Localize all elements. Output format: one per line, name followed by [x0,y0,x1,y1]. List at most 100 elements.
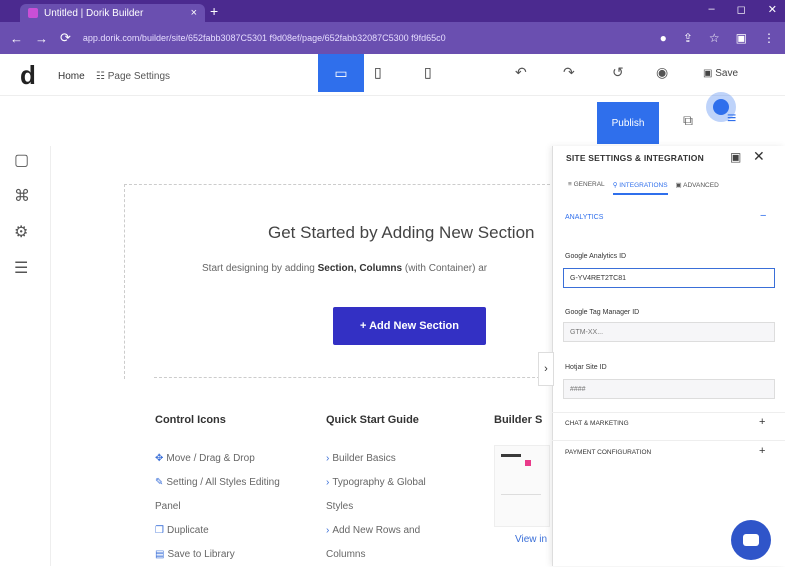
left-sidebar-icons: ▢ ⌘ ⚙ ☰ [14,150,30,278]
reload-icon[interactable]: ⟳ [60,30,71,46]
tutorial-thumbnail[interactable] [494,445,550,527]
chat-support-button[interactable] [731,520,771,560]
chat-marketing-label: CHAT & MARKETING [565,420,629,427]
desktop-icon: ▭ [334,64,348,81]
sliders-icon: ☷ [96,71,108,82]
ga-id-label: Google Analytics ID [565,253,627,260]
browser-tab-bar: Untitled | Dorik Builder × + – ◻ ✕ [0,0,785,22]
pages-icon[interactable]: ▢ [14,150,30,170]
panel-tabs: ≡ GENERAL ⚲ INTEGRATIONS ▣ ADVANCED [568,181,719,195]
list-item: ✥ Move / Drag & Drop [155,453,255,464]
elements-icon[interactable]: ⌘ [14,186,30,206]
save-button[interactable]: ▣ Save [703,68,738,79]
history-icon[interactable]: ↺ [612,64,624,81]
undo-icon[interactable]: ↶ [515,64,527,81]
page-settings-label: Page Settings [107,71,171,82]
list-item: ▤ Save to Library [155,549,235,560]
hotjar-id-label: Hotjar Site ID [565,364,607,371]
tab-integrations[interactable]: ⚲ INTEGRATIONS [612,181,668,195]
panel-title: SITE SETTINGS & INTEGRATION [566,153,704,163]
mobile-view-button[interactable]: ▯ [424,64,432,81]
page-settings-button[interactable]: ☷ Page Settings [96,71,170,82]
subtext-part: Start designing by adding [202,263,318,274]
control-icons-heading: Control Icons [155,414,226,426]
ga-id-input[interactable] [563,268,775,288]
gtm-id-label: Google Tag Manager ID [565,309,640,316]
list-item[interactable]: Styles [326,495,426,519]
tab-title: Untitled | Dorik Builder [44,7,144,19]
subtext-bold: Section, Columns [317,263,403,274]
layers-icon[interactable]: ☰ [14,258,30,278]
forward-icon[interactable]: → [35,31,48,46]
desktop-view-button[interactable]: ▭ [318,54,364,92]
browser-tab[interactable]: Untitled | Dorik Builder × [20,4,205,22]
list-item[interactable]: Columns [326,543,426,567]
get-started-heading: Get Started by Adding New Section [268,223,535,242]
extensions-icon[interactable]: ▣ [736,31,747,45]
components-icon[interactable]: ⚙ [14,222,30,242]
tab-advanced[interactable]: ▣ ADVANCED [676,181,719,195]
minimize-icon[interactable]: – [709,3,715,16]
hotjar-id-input[interactable] [563,379,775,399]
collapse-panel-button[interactable]: › [538,352,554,386]
expand-plus-icon[interactable]: + [759,416,765,428]
tablet-view-button[interactable]: ▯ [374,64,382,81]
back-icon[interactable]: ← [10,31,23,46]
subtext-part: (with Container) ar [402,263,488,274]
home-link[interactable]: Home [58,71,85,82]
tab-general[interactable]: ≡ GENERAL [568,181,605,195]
mouse-cursor-indicator [706,92,736,122]
builder-section-heading: Builder S [494,414,543,426]
bookmark-star-icon[interactable]: ☆ [709,31,720,45]
browser-extension-icons: ● ⇪ ☆ ▣ ⋮ [660,31,775,45]
list-item: ❐ Duplicate [155,525,209,536]
list-item[interactable]: › Add New Rows and [326,519,426,543]
list-item[interactable]: › Typography & Global [326,471,426,495]
move-icon: ✥ [155,453,164,464]
payment-config-label: PAYMENT CONFIGURATION [565,449,652,456]
gtm-id-input[interactable] [563,322,775,342]
preview-eye-icon[interactable]: ◉ [656,64,668,81]
list-item: Panel [155,501,181,512]
list-item[interactable]: › Builder Basics [326,447,426,471]
share-icon[interactable]: ⇪ [683,31,693,45]
expand-plus-icon[interactable]: + [759,445,765,457]
chevron-right-icon: › [326,525,330,536]
chat-bubble-icon [743,534,759,546]
empty-section-dropzone [124,184,550,379]
add-new-section-button[interactable]: + Add New Section [333,307,486,345]
close-icon[interactable]: ✕ [753,148,765,165]
address-bar: ← → ⟳ app.dorik.com/builder/site/652fabb… [0,22,785,54]
dorik-logo[interactable]: d [20,60,36,91]
quick-start-list: › Builder Basics › Typography & Global Sty… [326,447,426,567]
control-icons-list: ✥ Move / Drag & Drop ✎ Setting / All Style… [155,447,280,567]
maximize-icon[interactable]: ◻ [737,3,746,16]
menu-dots-icon[interactable]: ⋮ [763,31,775,45]
quick-start-heading: Quick Start Guide [326,414,419,426]
list-item: ✎ Setting / All Styles Editing [155,477,280,488]
dorik-favicon-icon [28,8,38,18]
save-label: Save [715,68,739,79]
library-icon: ▤ [155,549,165,560]
profile-icon[interactable]: ● [660,31,667,45]
collapse-minus-icon[interactable]: − [760,210,766,222]
chevron-right-icon: › [326,453,330,464]
save-icon: ▣ [703,68,716,79]
get-started-subtext: Start designing by adding Section, Colum… [202,263,487,274]
dropzone-divider [154,377,550,378]
redo-icon[interactable]: ↷ [563,64,575,81]
new-tab-button[interactable]: + [210,3,218,19]
close-window-icon[interactable]: ✕ [768,3,777,16]
view-link[interactable]: View in [515,534,547,545]
chevron-right-icon: › [326,477,330,488]
analytics-label: ANALYTICS [565,214,604,221]
panel-save-icon[interactable]: ▣ [730,150,741,164]
window-controls: – ◻ ✕ [709,3,777,16]
url-field[interactable]: app.dorik.com/builder/site/652fabb3087C5… [83,33,603,43]
edit-external-icon[interactable]: ⧉ [683,112,693,129]
duplicate-icon: ❐ [155,525,164,536]
publish-button[interactable]: Publish [597,102,659,144]
settings-edit-icon: ✎ [155,477,164,488]
builder-toolbar: d Home ☷ Page Settings ▭ ▯ ▯ ↶ ↷ ↺ ◉ ▣ S… [0,54,785,96]
tab-close-icon[interactable]: × [191,7,197,19]
